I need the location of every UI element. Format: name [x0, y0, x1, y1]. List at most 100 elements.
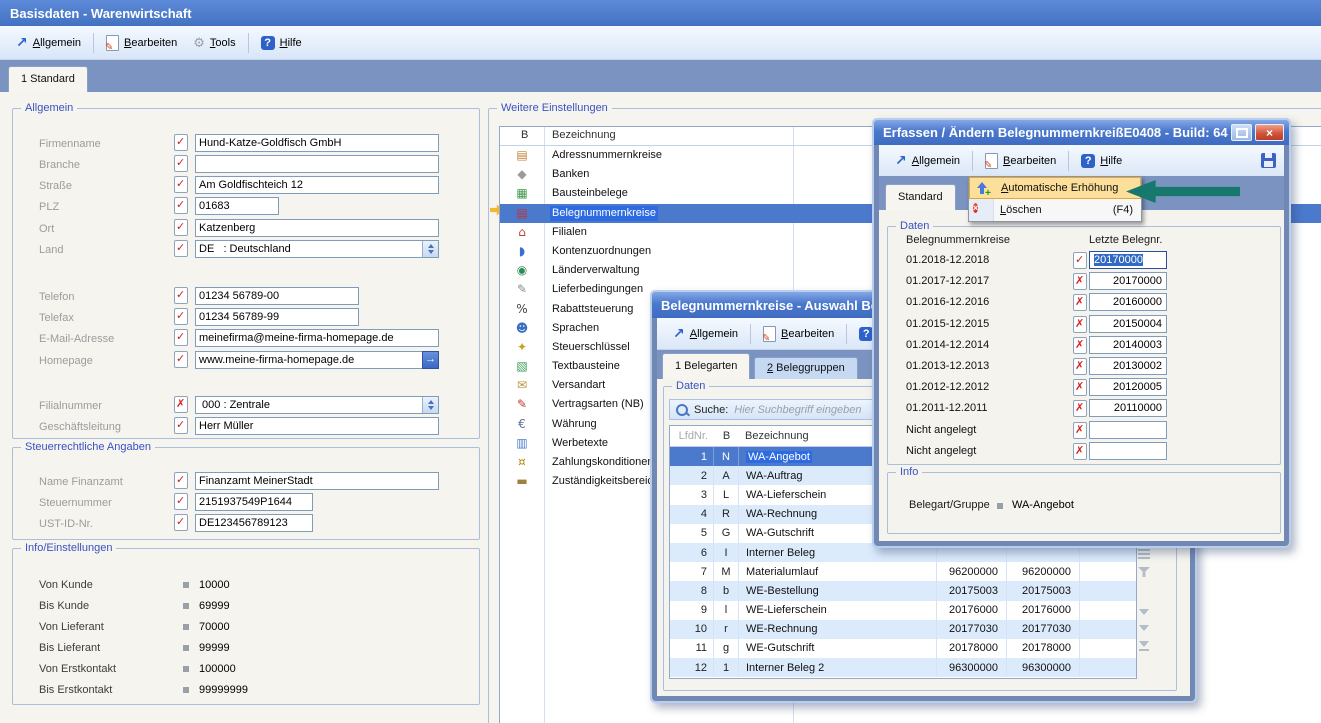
check-doc-icon: [174, 514, 188, 531]
menubar-item-bearbeiten[interactable]: Bearbeiten: [755, 323, 842, 345]
x-doc-icon: [1073, 379, 1087, 396]
open-homepage-button[interactable]: →: [422, 351, 439, 369]
check-doc-icon: [174, 219, 188, 236]
toolbar-separator: [248, 33, 249, 53]
field-input-gesch-ftsleitung[interactable]: Herr Müller: [195, 417, 439, 435]
menubar-item-allgemein[interactable]: ↗Allgemein: [8, 33, 89, 52]
close-button[interactable]: ×: [1255, 124, 1284, 141]
info-label-bis-erstkontakt: Bis Erstkontakt: [39, 683, 112, 697]
letzte-belegnr-input[interactable]: 20150004: [1089, 315, 1167, 333]
nummernkreis-row-9: Nicht angelegt: [888, 421, 1280, 441]
tab-standard[interactable]: 1 Standard: [8, 66, 88, 92]
value-bullet-icon: [183, 666, 189, 672]
menubar-item-bearbeiten[interactable]: Bearbeiten: [977, 150, 1064, 172]
column-header-belegnummernkreise: Belegnummernkreise: [906, 233, 1010, 247]
menubar-item-hilfe[interactable]: ?Hilfe: [253, 33, 310, 53]
field-input-telefax[interactable]: 01234 56789-99: [195, 308, 359, 326]
group-info-einstellungen: Info/Einstellungen Von Kunde10000Bis Kun…: [12, 548, 480, 705]
field-input-firmenname[interactable]: Hund-Katze-Goldfisch GmbH: [195, 134, 439, 152]
table-side-toolbar: [1132, 547, 1156, 682]
column-header-bezeichnung: Bezeichnung: [552, 127, 616, 144]
letzte-belegnr-input[interactable]: 20130002: [1089, 357, 1167, 375]
field-input-filialnummer[interactable]: 000 : Zentrale: [195, 396, 439, 414]
column-header-letzte-belegnr: Letzte Belegnr.: [1089, 233, 1162, 247]
check-doc-icon: [174, 493, 188, 510]
cell-lfdnr: 11: [670, 639, 714, 658]
scroll-to-end-icon[interactable]: [1139, 641, 1149, 647]
tab-belegarten[interactable]: 1 Belegarten: [662, 353, 750, 379]
main-tabstrip: 1 Standard: [0, 60, 1321, 92]
page-down-icon[interactable]: [1139, 625, 1149, 631]
nummernkreis-row-10: Nicht angelegt: [888, 442, 1280, 462]
field-input-ust-id-nr[interactable]: DE123456789123: [195, 514, 313, 532]
letzte-belegnr-input[interactable]: 20160000: [1089, 293, 1167, 311]
info-value-von-lieferant: 70000: [199, 620, 230, 634]
belegart-row-materialumlauf[interactable]: 7MMaterialumlauf9620000096200000: [670, 562, 1136, 581]
menubar-item-tools[interactable]: ⚙Tools: [185, 33, 243, 52]
field-input-telefon[interactable]: 01234 56789-00: [195, 287, 359, 305]
belegart-row-interner-beleg-2[interactable]: 121Interner Beleg 29630000096300000: [670, 658, 1136, 677]
field-input-name-finanzamt[interactable]: Finanzamt MeinerStadt: [195, 472, 439, 490]
info-label-bis-kunde: Bis Kunde: [39, 599, 89, 613]
menu-item-automatische-erh-hung[interactable]: +Automatische Erhöhung: [969, 177, 1141, 199]
spinner-up-icon: [428, 400, 434, 404]
menubar-item-allgemein[interactable]: ↗Allgemein: [887, 151, 968, 170]
list-options-icon[interactable]: [1138, 547, 1150, 561]
column-header-lfdnr: LfdNr.: [670, 427, 714, 446]
ad-panel-icon: ▥: [513, 436, 531, 451]
menubar-item-allgemein[interactable]: ↗Allgemein: [665, 324, 746, 343]
save-icon[interactable]: [1261, 153, 1276, 168]
spinner-button[interactable]: [422, 397, 438, 413]
money-bags-icon: ◆: [513, 167, 531, 182]
letzte-belegnr-input[interactable]: 20170000: [1089, 272, 1167, 290]
info-value-von-erstkontakt: 100000: [199, 662, 236, 676]
field-input-homepage[interactable]: www.meine-firma-homepage.de: [195, 351, 439, 369]
belegart-row-we-bestellung[interactable]: 8bWE-Bestellung2017500320175003: [670, 581, 1136, 600]
value-bullet-icon: [183, 603, 189, 609]
range-label: 01.2015-12.2015: [906, 318, 989, 330]
search-label: Suche:: [694, 404, 728, 416]
toolbar-separator: [846, 324, 847, 344]
search-input[interactable]: Hier Suchbegriff eingeben: [734, 404, 861, 416]
tab-beleggruppen[interactable]: 2 Beleggruppen: [754, 357, 858, 379]
cell-bezeichnung: Interner Beleg 2: [739, 658, 937, 677]
menubar-item-hilfe[interactable]: ?Hilfe: [1073, 151, 1130, 171]
field-label-telefon: Telefon: [39, 288, 74, 306]
group-allgemein: Allgemein FirmennameHund-Katze-Goldfisch…: [12, 108, 480, 439]
letzte-belegnr-input[interactable]: [1089, 421, 1167, 439]
spinner-button[interactable]: [422, 241, 438, 257]
spinner-down-icon: [428, 406, 434, 410]
cell-lfdnr: 3: [670, 485, 714, 504]
contract-pen-icon: ✎: [513, 397, 531, 412]
currency-icon: €: [513, 417, 531, 432]
nummernkreis-row-2: 01.2017-12.201720170000: [888, 272, 1280, 292]
field-input-land[interactable]: DE : Deutschland: [195, 240, 439, 258]
cell-nummer-2: 20176000: [1007, 601, 1080, 620]
letzte-belegnr-input[interactable]: 20140003: [1089, 336, 1167, 354]
field-input-stra-e[interactable]: Am Goldfischteich 12: [195, 176, 439, 194]
cell-b: b: [714, 581, 739, 600]
filter-icon[interactable]: [1138, 567, 1150, 577]
belegart-row-we-rechnung[interactable]: 10rWE-Rechnung2017703020177030: [670, 620, 1136, 639]
cell-lfdnr: 1: [670, 447, 714, 466]
scroll-down-icon[interactable]: [1139, 609, 1149, 615]
group-info-edit: Info Belegart/Gruppe WA-Angebot: [887, 472, 1281, 534]
field-input-steuernummer[interactable]: 2151937549P1644: [195, 493, 313, 511]
letzte-belegnr-input[interactable]: 20110000: [1089, 399, 1167, 417]
menubar-item-bearbeiten[interactable]: Bearbeiten: [98, 32, 185, 54]
belegart-row-we-gutschrift[interactable]: 11gWE-Gutschrift2017800020178000: [670, 639, 1136, 658]
belegart-row-we-lieferschein[interactable]: 9lWE-Lieferschein2017600020176000: [670, 601, 1136, 620]
letzte-belegnr-input[interactable]: 20120005: [1089, 378, 1167, 396]
arrow-ne-icon: ↗: [895, 154, 907, 167]
field-input-branche[interactable]: [195, 155, 439, 173]
letzte-belegnr-input[interactable]: [1089, 442, 1167, 460]
letzte-belegnr-input[interactable]: 20170000: [1089, 251, 1167, 269]
field-label-ust-id-nr: UST-ID-Nr.: [39, 515, 93, 533]
x-doc-icon: [1073, 294, 1087, 311]
minimize-button[interactable]: [1231, 124, 1252, 141]
menu-item-l-schen[interactable]: ×Löschen(F4): [969, 199, 1141, 221]
field-input-ort[interactable]: Katzenberg: [195, 219, 439, 237]
tab-standard-edit[interactable]: Standard: [885, 184, 956, 210]
field-input-e-mail-adresse[interactable]: meinefirma@meine-firma-homepage.de: [195, 329, 439, 347]
field-input-plz[interactable]: 01683: [195, 197, 279, 215]
